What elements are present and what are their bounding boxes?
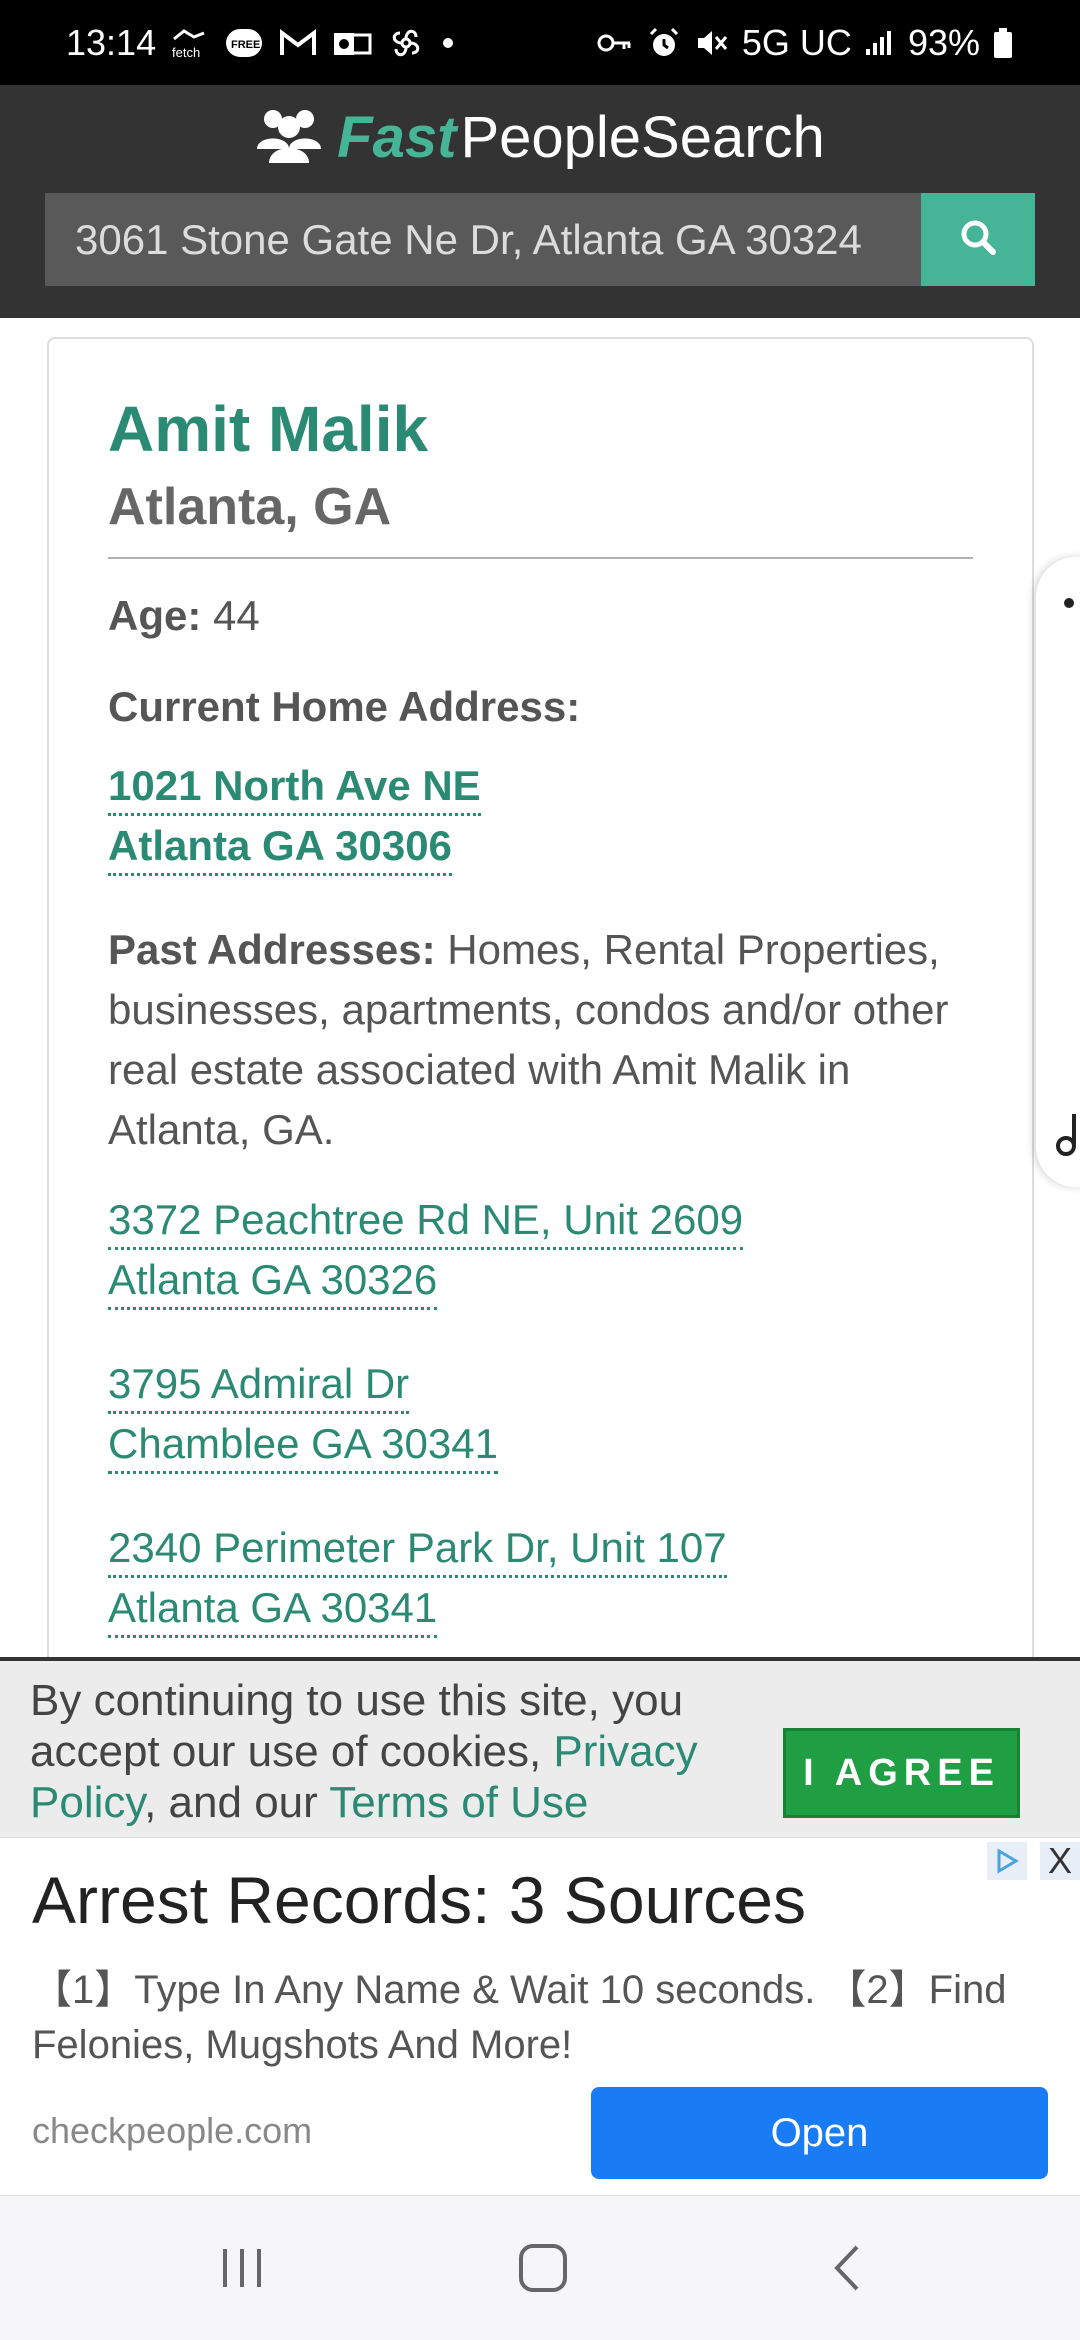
- past-address-line1: 3372 Peachtree Rd NE, Unit 2609: [108, 1193, 744, 1250]
- divider: [108, 557, 973, 559]
- status-bar: 13:14 fetch FREE 5G UC 93%: [0, 0, 1080, 85]
- outlook-icon: [332, 25, 372, 61]
- battery-percent: 93%: [907, 21, 980, 63]
- past-address-link[interactable]: 3795 Admiral Dr Chamblee GA 30341: [108, 1354, 498, 1474]
- side-panel-dot-icon: [1064, 598, 1074, 608]
- ad-title[interactable]: Arrest Records: 3 Sources: [32, 1862, 806, 1938]
- back-icon[interactable]: [818, 2238, 878, 2298]
- search-bar: 3061 Stone Gate Ne Dr, Atlanta GA 30324: [45, 193, 1035, 286]
- search-button[interactable]: [921, 193, 1035, 286]
- person-name[interactable]: Amit Malik: [108, 392, 428, 466]
- current-address-link[interactable]: 1021 North Ave NE Atlanta GA 30306: [108, 756, 481, 876]
- network-label: 5G UC: [741, 21, 852, 63]
- age-row: Age: 44: [108, 592, 260, 640]
- fetch-icon: fetch: [170, 25, 210, 61]
- people-icon: [255, 105, 323, 170]
- search-input[interactable]: 3061 Stone Gate Ne Dr, Atlanta GA 30324: [45, 193, 921, 286]
- pinwheel-icon: [386, 25, 426, 61]
- logo-people-search: PeopleSearch: [460, 104, 825, 170]
- svg-text:FREE: FREE: [231, 39, 260, 51]
- current-address-line2: Atlanta GA 30306: [108, 819, 452, 876]
- free-badge-icon: FREE: [224, 25, 264, 61]
- ad-choices-icon[interactable]: [987, 1842, 1027, 1880]
- past-address-line1: 3795 Admiral Dr: [108, 1357, 410, 1414]
- past-address-line2: Atlanta GA 30326: [108, 1253, 438, 1310]
- past-address-line2: Chamblee GA 30341: [108, 1417, 498, 1474]
- age-label: Age:: [108, 592, 202, 639]
- music-note-icon: [1054, 1110, 1080, 1169]
- ad-close-button[interactable]: X: [1040, 1840, 1080, 1881]
- ad-domain: checkpeople.com: [32, 2110, 313, 2151]
- current-address-label: Current Home Address:: [108, 683, 581, 730]
- person-location: Atlanta, GA: [108, 478, 392, 536]
- floating-side-panel[interactable]: [1036, 557, 1080, 1187]
- ad-open-button[interactable]: Open: [591, 2087, 1048, 2179]
- dot-icon: [440, 25, 456, 61]
- ad-description: 【1】Type In Any Name & Wait 10 seconds. 【…: [32, 1968, 1007, 2067]
- past-addresses-description: Past Addresses: Homes, Rental Properties…: [108, 920, 978, 1160]
- mute-icon: [694, 25, 730, 61]
- status-time: 13:14: [66, 21, 157, 63]
- logo-fast: Fast: [337, 104, 457, 170]
- search-icon: [959, 218, 997, 261]
- cookie-text: By continuing to use this site, you acce…: [30, 1675, 760, 1828]
- past-address-line1: 2340 Perimeter Park Dr, Unit 107: [108, 1521, 727, 1578]
- recents-icon[interactable]: [212, 2238, 272, 2298]
- current-address-line1: 1021 North Ave NE: [108, 759, 481, 816]
- terms-of-use-link[interactable]: Terms of Use: [329, 1778, 588, 1827]
- signal-icon: [864, 25, 896, 61]
- svg-text:fetch: fetch: [172, 45, 200, 60]
- past-address-line2: Atlanta GA 30341: [108, 1581, 438, 1638]
- gmail-icon: [278, 25, 318, 61]
- past-address-link[interactable]: 2340 Perimeter Park Dr, Unit 107 Atlanta…: [108, 1518, 727, 1638]
- key-icon: [594, 25, 634, 61]
- agree-button[interactable]: I AGREE: [783, 1728, 1020, 1818]
- cookie-banner: By continuing to use this site, you acce…: [0, 1657, 1080, 1837]
- age-value: 44: [213, 592, 260, 639]
- battery-icon: [992, 25, 1014, 61]
- past-addresses-label: Past Addresses:: [108, 926, 436, 973]
- past-address-link[interactable]: 3372 Peachtree Rd NE, Unit 2609 Atlanta …: [108, 1190, 744, 1310]
- home-icon[interactable]: [513, 2238, 573, 2298]
- alarm-icon: [646, 25, 682, 61]
- cookie-text-middle: , and our: [144, 1778, 330, 1827]
- site-logo[interactable]: Fast PeopleSearch: [0, 102, 1080, 172]
